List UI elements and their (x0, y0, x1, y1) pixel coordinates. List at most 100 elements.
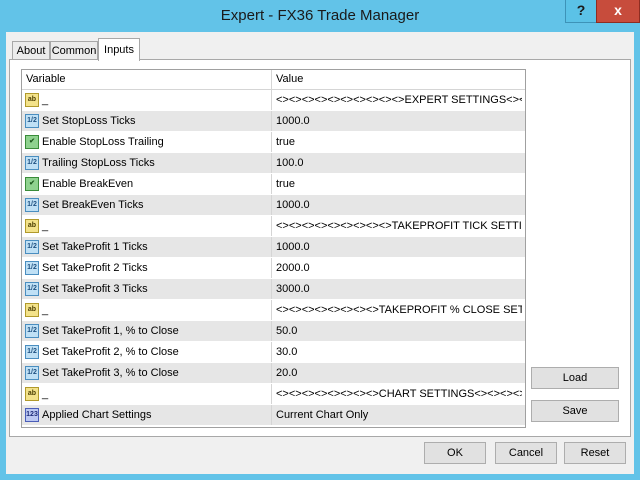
grid-row[interactable]: 1/2 Set TakeProfit 1, % to Close 50.0 (22, 321, 525, 342)
variable-name: Trailing StopLoss Ticks (42, 157, 155, 169)
variable-name: Set BreakEven Ticks (42, 199, 144, 211)
number-type-icon: 1/2 (25, 324, 39, 338)
grid-row[interactable]: 1/2 Set TakeProfit 1 Ticks 1000.0 (22, 237, 525, 258)
cell-divider (271, 111, 272, 131)
variable-value[interactable]: 2000.0 (276, 262, 522, 274)
cell-divider (271, 321, 272, 341)
tab-about[interactable]: About (12, 41, 50, 60)
window-title: Expert - FX36 Trade Manager (220, 7, 420, 24)
grid-row[interactable]: 1/2 Set TakeProfit 3 Ticks 3000.0 (22, 279, 525, 300)
grid-row[interactable]: ab _ <><><><><><><><><>TAKEPROFIT TICK SET… (22, 216, 525, 237)
cell-divider (271, 90, 272, 110)
number-type-icon: 1/2 (25, 366, 39, 380)
dialog-client: About Common Inputs Variable Value ab _ <>… (6, 32, 634, 474)
load-button[interactable]: Load (531, 367, 619, 389)
cell-divider (271, 132, 272, 152)
save-button[interactable]: Save (531, 400, 619, 422)
value-column-header[interactable]: Value (276, 73, 303, 85)
tab-common[interactable]: Common (50, 41, 98, 60)
string-type-icon: ab (25, 219, 39, 233)
variable-name: Set TakeProfit 1, % to Close (42, 325, 179, 337)
cell-divider (271, 405, 272, 425)
dialog-window: Expert - FX36 Trade Manager ? x About Co… (0, 0, 640, 480)
grid-row[interactable]: 1/2 Set BreakEven Ticks 1000.0 (22, 195, 525, 216)
cell-divider (271, 153, 272, 173)
variable-value[interactable]: <><><><><><><><><><>EXPERT SETTINGS<><><… (276, 94, 522, 106)
grid-header: Variable Value (22, 70, 525, 90)
variable-name: Applied Chart Settings (42, 409, 152, 421)
grid-row[interactable]: 1/2 Set TakeProfit 2, % to Close 30.0 (22, 342, 525, 363)
grid-row[interactable]: ab _ <><><><><><><><><><>EXPERT SETTINGS<>… (22, 90, 525, 111)
help-button[interactable]: ? (565, 0, 597, 23)
variable-name: _ (42, 388, 49, 400)
number-type-icon: 1/2 (25, 198, 39, 212)
variable-value[interactable]: 20.0 (276, 367, 522, 379)
close-button[interactable]: x (596, 0, 640, 23)
variable-name: _ (42, 220, 49, 232)
cell-divider (271, 258, 272, 278)
title-bar[interactable]: Expert - FX36 Trade Manager ? x (0, 0, 640, 32)
variable-name: _ (42, 94, 49, 106)
cancel-button[interactable]: Cancel (495, 442, 557, 464)
grid-row[interactable]: 123 Applied Chart Settings Current Chart O… (22, 405, 525, 426)
cell-divider (271, 216, 272, 236)
grid-row[interactable]: 1/2 Trailing StopLoss Ticks 100.0 (22, 153, 525, 174)
grid-row[interactable]: ab _ <><><><><><><><>CHART SETTINGS<><><><… (22, 384, 525, 405)
column-divider[interactable] (271, 70, 272, 89)
cell-divider (271, 363, 272, 383)
variable-name: Enable StopLoss Trailing (42, 136, 164, 148)
variable-name: _ (42, 304, 49, 316)
cell-divider (271, 174, 272, 194)
variable-value[interactable]: Current Chart Only (276, 409, 522, 421)
cell-divider (271, 237, 272, 257)
variable-value[interactable]: 3000.0 (276, 283, 522, 295)
number-type-icon: 1/2 (25, 156, 39, 170)
number-type-icon: 1/2 (25, 345, 39, 359)
number-type-icon: 1/2 (25, 240, 39, 254)
inputs-panel: Variable Value ab _ <><><><><><><><><><>EX… (9, 59, 631, 437)
string-type-icon: ab (25, 303, 39, 317)
variable-value[interactable]: 1000.0 (276, 199, 522, 211)
variable-name: Set TakeProfit 2, % to Close (42, 346, 179, 358)
variable-name: Set TakeProfit 1 Ticks (42, 241, 148, 253)
variable-value[interactable]: <><><><><><><><>TAKEPROFIT % CLOSE SETTI… (276, 304, 522, 316)
cell-divider (271, 384, 272, 404)
variable-value[interactable]: true (276, 136, 522, 148)
variable-value[interactable]: <><><><><><><><><>TAKEPROFIT TICK SETTIN… (276, 220, 522, 232)
string-type-icon: ab (25, 387, 39, 401)
number-type-icon: 1/2 (25, 282, 39, 296)
variable-value[interactable]: 1000.0 (276, 115, 522, 127)
variable-value[interactable]: true (276, 178, 522, 190)
grid-row[interactable]: 1/2 Set TakeProfit 3, % to Close 20.0 (22, 363, 525, 384)
variable-name: Set TakeProfit 3, % to Close (42, 367, 179, 379)
number-type-icon: 1/2 (25, 261, 39, 275)
grid-row[interactable]: ✔ Enable StopLoss Trailing true (22, 132, 525, 153)
grid-row[interactable]: ✔ Enable BreakEven true (22, 174, 525, 195)
variable-column-header[interactable]: Variable (26, 73, 66, 85)
grid-row[interactable]: 1/2 Set TakeProfit 2 Ticks 2000.0 (22, 258, 525, 279)
cell-divider (271, 300, 272, 320)
tab-inputs[interactable]: Inputs (98, 38, 140, 61)
cell-divider (271, 342, 272, 362)
variable-name: Set StopLoss Ticks (42, 115, 136, 127)
boolean-type-icon: ✔ (25, 135, 39, 149)
inputs-grid[interactable]: Variable Value ab _ <><><><><><><><><><>EX… (21, 69, 526, 428)
variable-value[interactable]: <><><><><><><><>CHART SETTINGS<><><><><>… (276, 388, 522, 400)
cell-divider (271, 195, 272, 215)
ok-button[interactable]: OK (424, 442, 486, 464)
cell-divider (271, 279, 272, 299)
string-type-icon: ab (25, 93, 39, 107)
boolean-type-icon: ✔ (25, 177, 39, 191)
variable-value[interactable]: 30.0 (276, 346, 522, 358)
reset-button[interactable]: Reset (564, 442, 626, 464)
enum-type-icon: 123 (25, 408, 39, 422)
variable-value[interactable]: 100.0 (276, 157, 522, 169)
variable-name: Set TakeProfit 3 Ticks (42, 283, 148, 295)
variable-value[interactable]: 1000.0 (276, 241, 522, 253)
number-type-icon: 1/2 (25, 114, 39, 128)
grid-row[interactable]: ab _ <><><><><><><><>TAKEPROFIT % CLOSE SE… (22, 300, 525, 321)
grid-row[interactable]: 1/2 Set StopLoss Ticks 1000.0 (22, 111, 525, 132)
variable-name: Set TakeProfit 2 Ticks (42, 262, 148, 274)
variable-name: Enable BreakEven (42, 178, 134, 190)
variable-value[interactable]: 50.0 (276, 325, 522, 337)
